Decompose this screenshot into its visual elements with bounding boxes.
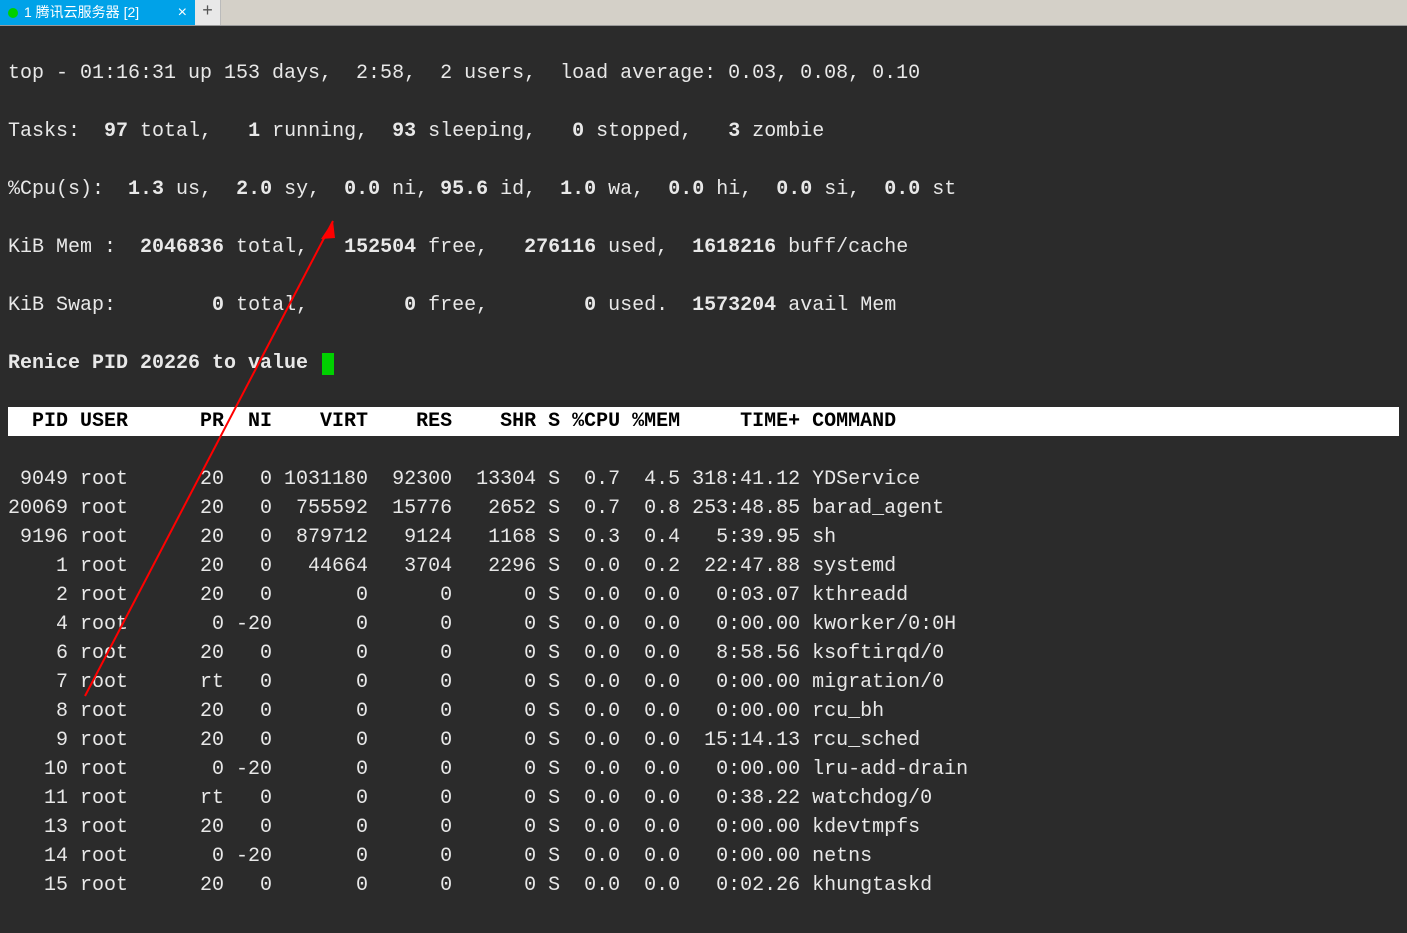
- tab-active[interactable]: 1 腾讯云服务器 [2] ×: [0, 0, 195, 25]
- summary-tasks: Tasks: 97 total, 1 running, 93 sleeping,…: [8, 117, 1399, 146]
- terminal-output[interactable]: top - 01:16:31 up 153 days, 2:58, 2 user…: [0, 26, 1407, 933]
- table-row: 11 root rt 0 0 0 0 S 0.0 0.0 0:38.22 wat…: [8, 784, 1399, 813]
- table-row: 6 root 20 0 0 0 0 S 0.0 0.0 8:58.56 ksof…: [8, 639, 1399, 668]
- table-row: 14 root 0 -20 0 0 0 S 0.0 0.0 0:00.00 ne…: [8, 842, 1399, 871]
- table-row: 15 root 20 0 0 0 0 S 0.0 0.0 0:02.26 khu…: [8, 871, 1399, 900]
- table-row: 8 root 20 0 0 0 0 S 0.0 0.0 0:00.00 rcu_…: [8, 697, 1399, 726]
- cursor-icon: [322, 353, 334, 375]
- table-row: 7 root rt 0 0 0 0 S 0.0 0.0 0:00.00 migr…: [8, 668, 1399, 697]
- renice-prompt[interactable]: Renice PID 20226 to value: [8, 349, 1399, 378]
- new-tab-button[interactable]: +: [195, 0, 221, 25]
- table-row: 10 root 0 -20 0 0 0 S 0.0 0.0 0:00.00 lr…: [8, 755, 1399, 784]
- process-list: 9049 root 20 0 1031180 92300 13304 S 0.7…: [8, 465, 1399, 900]
- table-row: 9 root 20 0 0 0 0 S 0.0 0.0 15:14.13 rcu…: [8, 726, 1399, 755]
- summary-mem: KiB Mem : 2046836 total, 152504 free, 27…: [8, 233, 1399, 262]
- table-row: 13 root 20 0 0 0 0 S 0.0 0.0 0:00.00 kde…: [8, 813, 1399, 842]
- table-row: 1 root 20 0 44664 3704 2296 S 0.0 0.2 22…: [8, 552, 1399, 581]
- table-row: 4 root 0 -20 0 0 0 S 0.0 0.0 0:00.00 kwo…: [8, 610, 1399, 639]
- summary-uptime: top - 01:16:31 up 153 days, 2:58, 2 user…: [8, 59, 1399, 88]
- status-dot-icon: [8, 8, 18, 18]
- table-row: 9049 root 20 0 1031180 92300 13304 S 0.7…: [8, 465, 1399, 494]
- close-icon[interactable]: ×: [178, 5, 187, 21]
- summary-cpu: %Cpu(s): 1.3 us, 2.0 sy, 0.0 ni, 95.6 id…: [8, 175, 1399, 204]
- process-header: PID USER PR NI VIRT RES SHR S %CPU %MEM …: [8, 407, 1399, 436]
- table-row: 2 root 20 0 0 0 0 S 0.0 0.0 0:03.07 kthr…: [8, 581, 1399, 610]
- table-row: 20069 root 20 0 755592 15776 2652 S 0.7 …: [8, 494, 1399, 523]
- tab-title: 1 腾讯云服务器 [2]: [24, 2, 172, 22]
- tab-bar: 1 腾讯云服务器 [2] × +: [0, 0, 1407, 26]
- table-row: 9196 root 20 0 879712 9124 1168 S 0.3 0.…: [8, 523, 1399, 552]
- summary-swap: KiB Swap: 0 total, 0 free, 0 used. 15732…: [8, 291, 1399, 320]
